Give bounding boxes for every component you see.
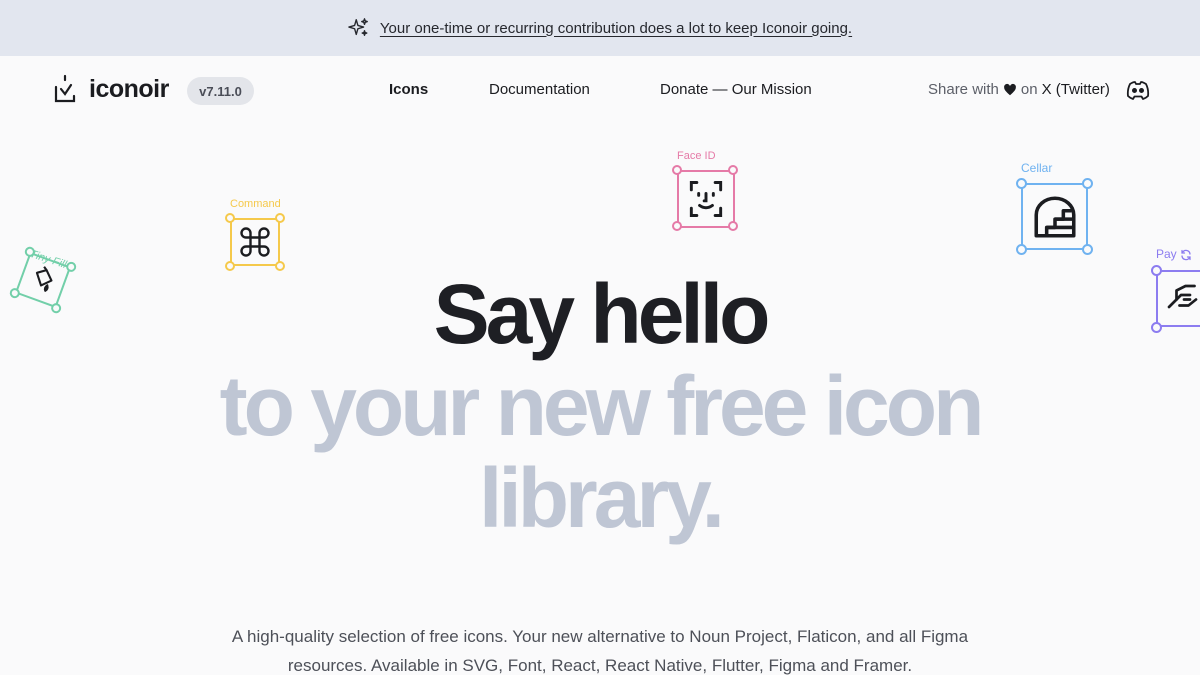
floating-face-id: Face ID (670, 150, 742, 234)
floating-label: Command (230, 198, 281, 210)
face-id-icon (689, 181, 723, 217)
sparks-icon (348, 18, 368, 37)
floating-label: Cellar (1021, 161, 1053, 175)
handle (1016, 178, 1027, 189)
contribution-link[interactable]: Your one-time or recurring contribution … (380, 20, 852, 37)
iconoir-logo-icon (54, 74, 76, 103)
handle (275, 213, 285, 223)
share-link[interactable]: Share with on X (Twitter) (928, 81, 1110, 98)
discord-icon[interactable] (1126, 79, 1150, 101)
hero-line-2: to your new free icon (219, 359, 985, 453)
handle (728, 221, 738, 231)
handle (1082, 244, 1093, 255)
handle (728, 165, 738, 175)
share-middle: on (1020, 81, 1038, 98)
command-icon (240, 227, 270, 257)
refresh-icon (1181, 249, 1191, 261)
hero-line-1: Say hello (433, 267, 771, 361)
hero-line-3: library. (479, 451, 725, 545)
logo[interactable]: iconoir (53, 74, 169, 104)
handle (672, 221, 682, 231)
hero-description: A high-quality selection of free icons. … (231, 627, 969, 675)
site-header: iconoir v7.11.0 Icons Documentation Dona… (0, 56, 1200, 126)
floating-label: Pay (1156, 247, 1177, 261)
floating-cellar: Cellar (1014, 160, 1096, 258)
cellar-icon (1034, 196, 1076, 238)
share-target: X (Twitter) (1041, 81, 1110, 98)
logo-text: iconoir (89, 74, 169, 103)
nav-donate[interactable]: Donate — Our Mission (660, 81, 812, 98)
share-prefix: Share with (928, 81, 999, 98)
handle (225, 213, 235, 223)
nav-icons[interactable]: Icons (389, 81, 428, 98)
nav-documentation[interactable]: Documentation (489, 81, 590, 98)
handle (1016, 244, 1027, 255)
floating-label: Face ID (677, 150, 716, 162)
floating-command: Command (224, 198, 288, 272)
heart-icon (1003, 83, 1016, 95)
handle (672, 165, 682, 175)
version-badge[interactable]: v7.11.0 (187, 77, 254, 105)
handle (1082, 178, 1093, 189)
top-banner: Your one-time or recurring contribution … (0, 0, 1200, 56)
